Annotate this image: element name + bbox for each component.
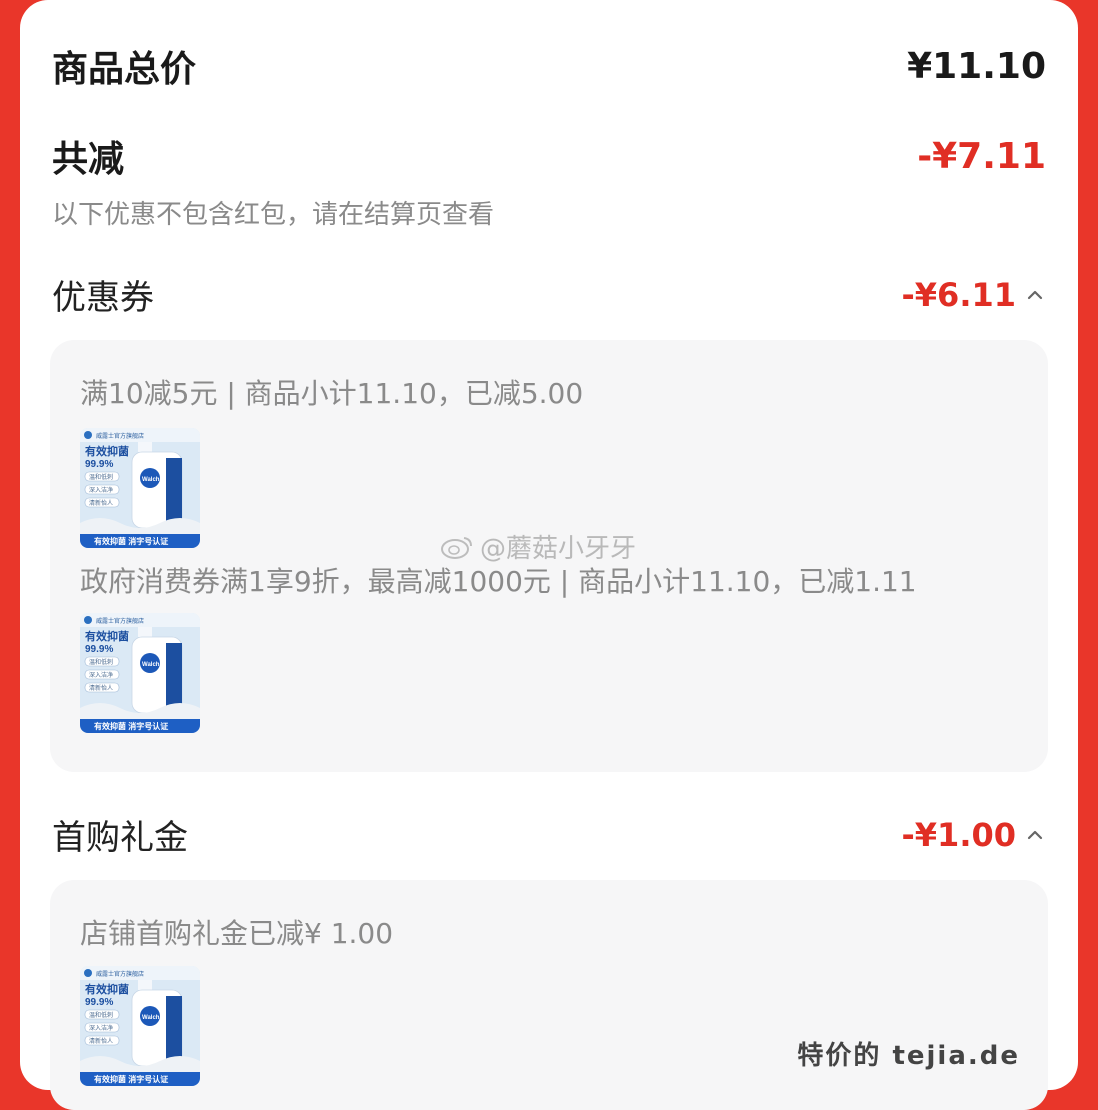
headline-text: 有效抑菌 [85,629,129,643]
coupon-section-header[interactable]: 优惠券 -¥6.11 [52,270,1046,319]
percent-text: 99.9% [85,459,113,470]
discount-note: 以下优惠不包含红包，请在结算页查看 [52,200,495,230]
total-reduce-label: 共减 [52,139,125,180]
gift-section-header[interactable]: 首购礼金 -¥1.00 [52,810,1046,859]
store-text: 威露士官方旗舰店 [96,432,144,440]
coupon-section-amount: -¥6.11 [901,275,1017,314]
total-price-row: 商品总价 ¥11.10 [52,40,1046,92]
image-footer-text: 有效抑菌 消字号认证 [94,721,168,731]
bullet-3: 清新怡人 [89,499,113,507]
chevron-up-icon[interactable] [1024,824,1046,846]
gift-item-text: 店铺首购礼金已减¥ 1.00 [80,917,394,950]
site-watermark: 特价的 tejia.de [797,1041,1020,1071]
total-reduce-row: 共减 -¥7.11 [52,130,1046,182]
bullet-1: 温和低刺 [89,473,113,481]
brand-text: Walch [142,477,160,483]
weibo-watermark: @蘑菇小牙牙 [440,528,636,565]
product-thumbnail[interactable]: 威露士官方旗舰店 有效抑菌 99.9% 温和低刺 深入洁净 清新怡人 Walch… [80,428,200,548]
bullet-2: 深入洁净 [89,1024,113,1032]
image-footer-text: 有效抑菌 消字号认证 [94,536,168,546]
headline-text: 有效抑菌 [85,982,129,996]
bullet-2: 深入洁净 [89,486,113,494]
headline-text: 有效抑菌 [85,444,129,458]
product-thumbnail[interactable]: 威露士官方旗舰店 有效抑菌 99.9% 温和低刺 深入洁净 清新怡人 Walch… [80,966,200,1086]
percent-text: 99.9% [85,644,113,655]
product-image: 威露士官方旗舰店 有效抑菌 99.9% 温和低刺 深入洁净 清新怡人 Walch… [80,966,200,1086]
coupon-item-text: 政府消费券满1享9折，最高减1000元 | 商品小计11.10，已减1.11 [80,565,917,598]
brand-text: Walch [142,1015,160,1021]
coupon-section-amount-wrap: -¥6.11 [902,276,1047,314]
chevron-up-icon[interactable] [1024,284,1046,306]
product-image: 威露士官方旗舰店 有效抑菌 99.9% 温和低刺 深入洁净 清新怡人 Walch… [80,428,200,548]
bullet-2: 深入洁净 [89,671,113,679]
total-price-value: ¥11.10 [907,45,1046,87]
product-image: 威露士官方旗舰店 有效抑菌 99.9% 温和低刺 深入洁净 清新怡人 Walch… [80,613,200,733]
image-footer-text: 有效抑菌 消字号认证 [94,1074,168,1084]
bullet-1: 温和低刺 [89,1011,113,1019]
bullet-3: 清新怡人 [89,1037,113,1045]
brand-text: Walch [142,662,160,668]
total-price-label: 商品总价 [52,49,197,90]
watermark-text: @蘑菇小牙牙 [480,534,637,564]
gift-section-amount: -¥1.00 [901,815,1017,854]
store-text: 威露士官方旗舰店 [96,617,144,625]
percent-text: 99.9% [85,997,113,1008]
gift-detail-panel: 店铺首购礼金已减¥ 1.00 威露士官方旗舰店 有效抑菌 99.9% 温和低刺 … [50,880,1048,1110]
coupon-section-title: 优惠券 [52,278,154,318]
total-reduce-value: -¥7.11 [917,135,1046,177]
coupon-item-text: 满10减5元 | 商品小计11.10，已减5.00 [80,377,584,410]
bullet-3: 清新怡人 [89,684,113,692]
product-thumbnail[interactable]: 威露士官方旗舰店 有效抑菌 99.9% 温和低刺 深入洁净 清新怡人 Walch… [80,613,200,733]
weibo-icon [441,536,472,559]
gift-section-amount-wrap: -¥1.00 [902,816,1047,854]
gift-section-title: 首购礼金 [52,818,188,858]
bullet-1: 温和低刺 [89,658,113,666]
store-text: 威露士官方旗舰店 [96,970,144,978]
